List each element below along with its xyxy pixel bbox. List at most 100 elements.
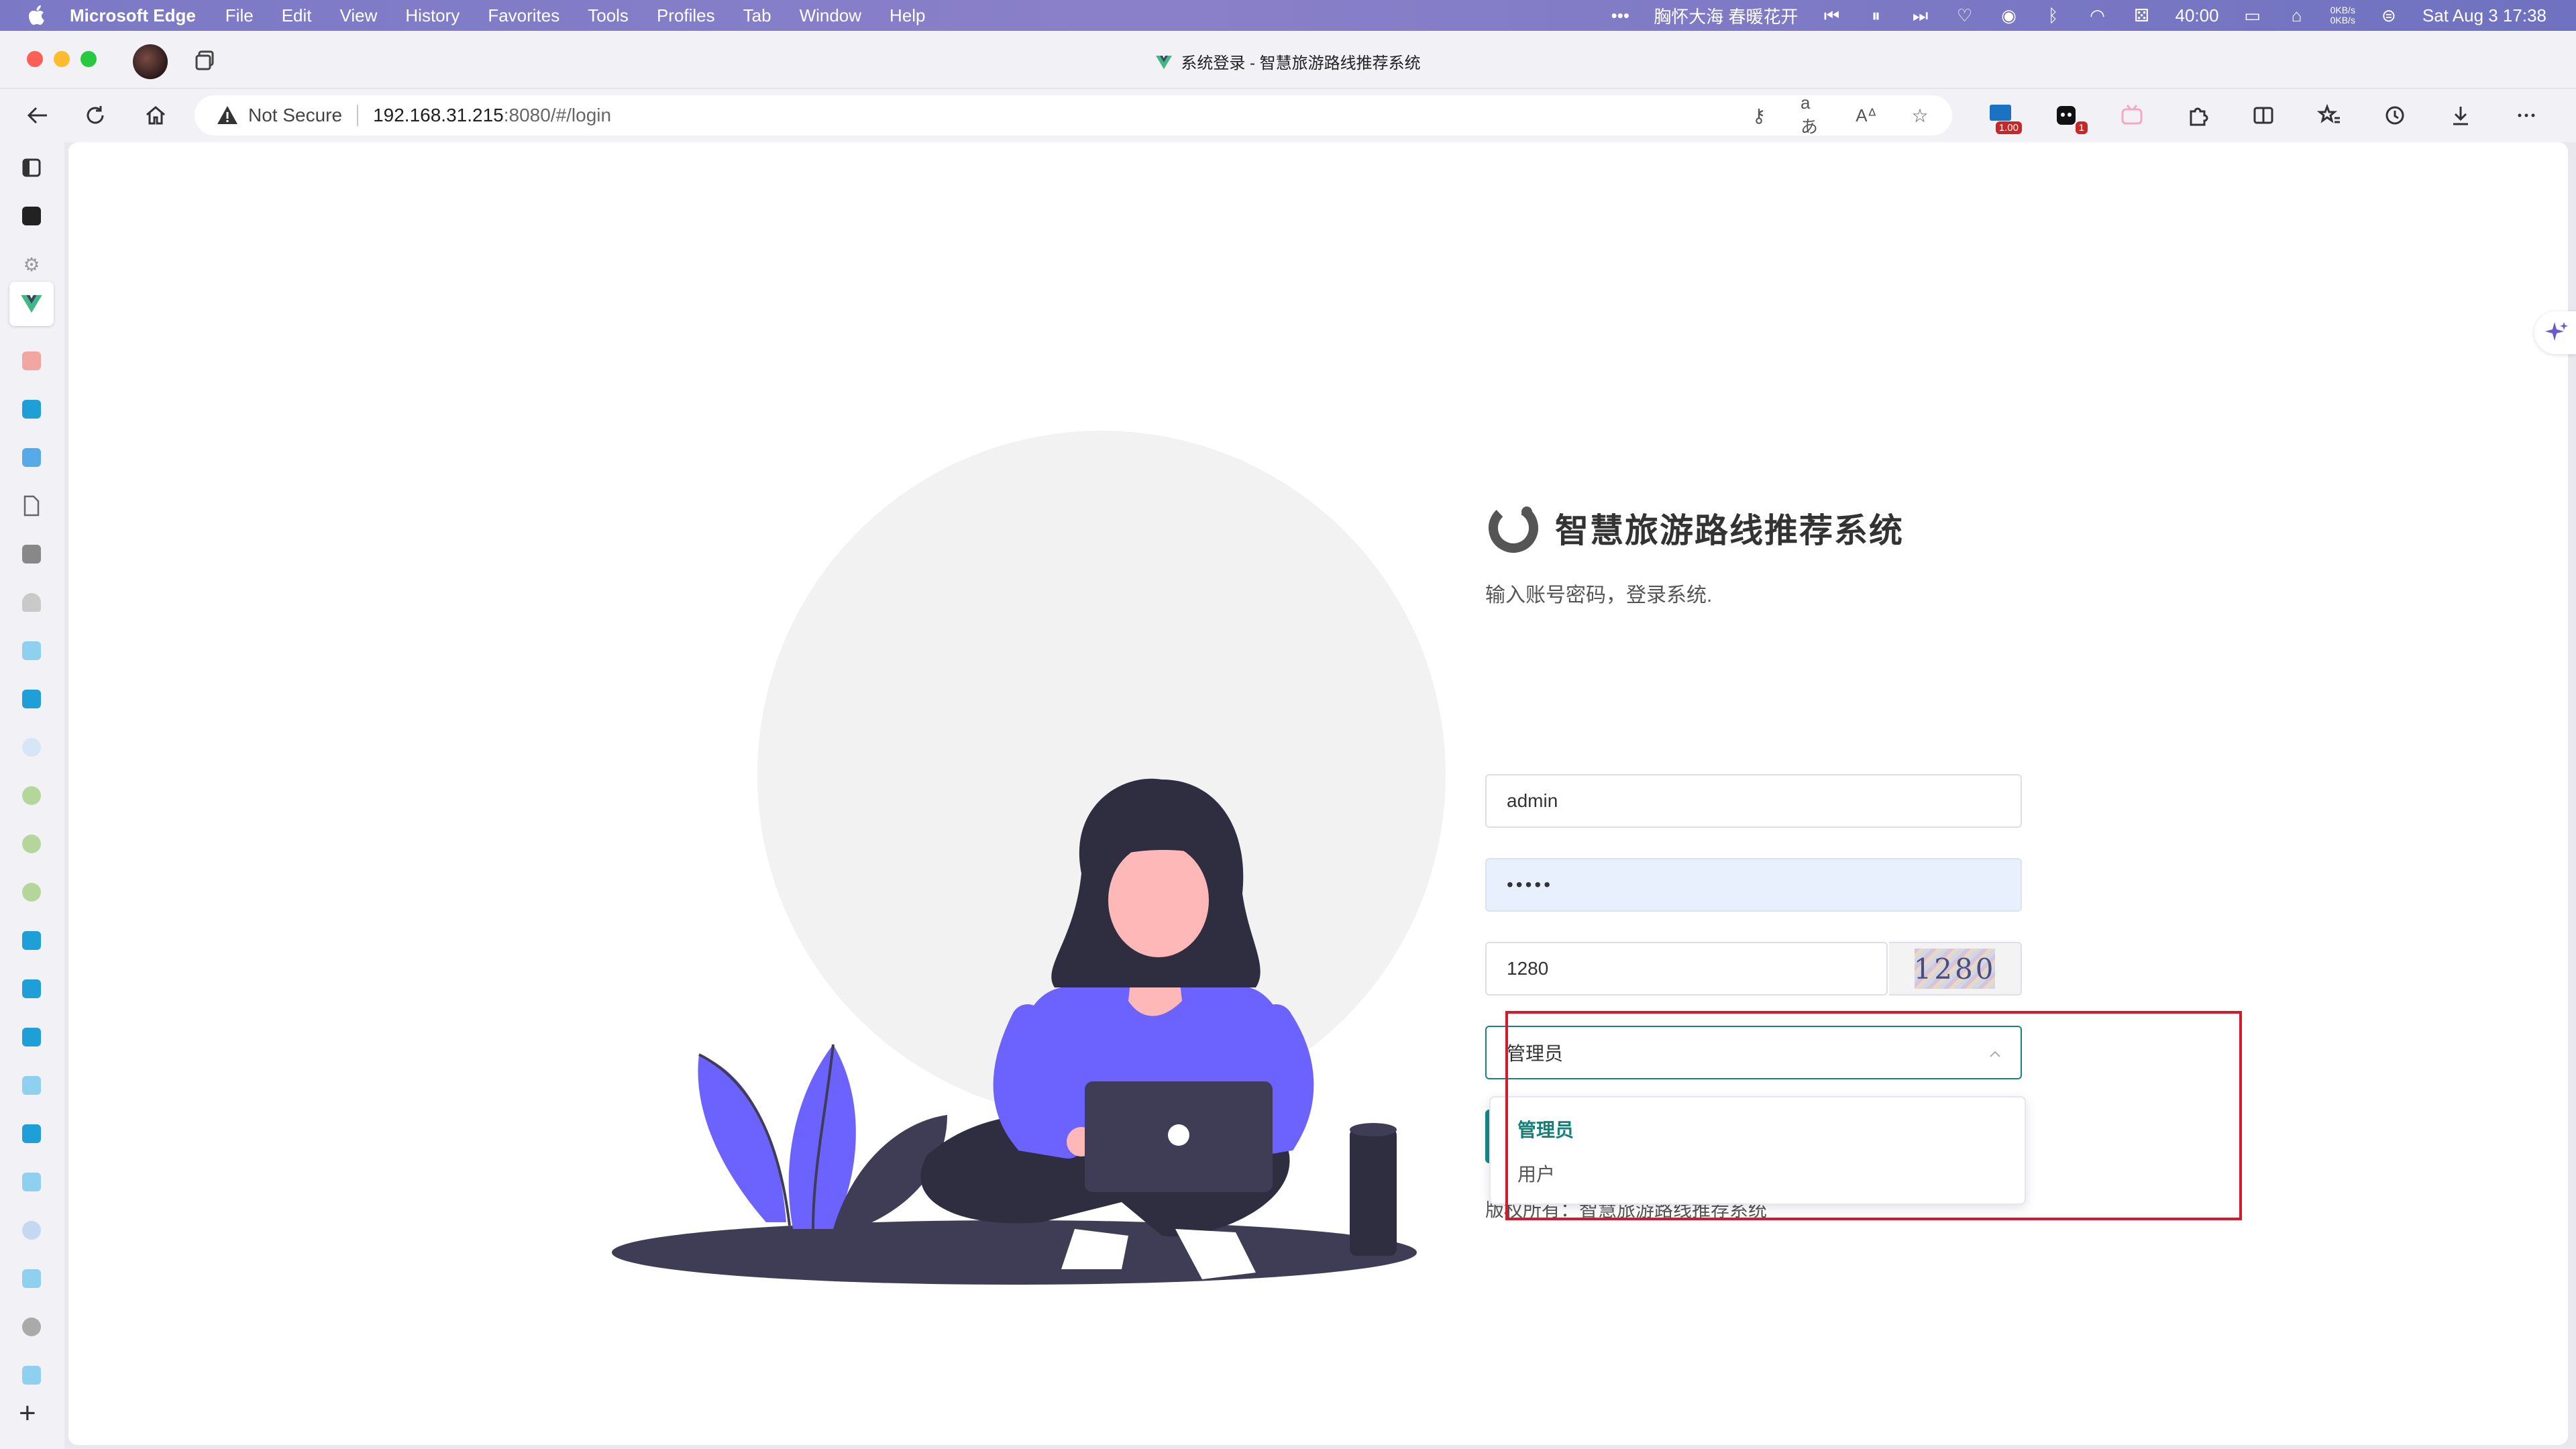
extensions-puzzle-icon[interactable] xyxy=(2183,101,2212,130)
login-header: 智慧旅游路线推荐系统 xyxy=(1485,498,2022,558)
tab-bilibili-icon-10[interactable] xyxy=(18,1265,45,1292)
menu-tab[interactable]: Tab xyxy=(743,5,771,26)
next-track-icon[interactable]: ⏭ xyxy=(1910,7,1931,24)
browser-toolbar: Not Secure 192.168.31.215:8080/#/login ⚷… xyxy=(0,89,2576,142)
extension-badge-rate: 1.00 xyxy=(1995,121,2022,134)
url-host: 192.168.31.215 xyxy=(373,105,504,125)
downloads-icon[interactable] xyxy=(2446,101,2475,130)
music-app-icon[interactable]: ◉ xyxy=(1998,7,2020,24)
tab-settings-icon[interactable]: ⚙ xyxy=(18,251,45,278)
datetime-text[interactable]: Sat Aug 3 17:38 xyxy=(2422,5,2546,26)
address-divider xyxy=(357,105,359,126)
address-bar[interactable]: Not Secure 192.168.31.215:8080/#/login ⚷… xyxy=(195,93,1952,137)
login-title: 智慧旅游路线推荐系统 xyxy=(1555,512,1904,549)
tab-vue-login-icon[interactable] xyxy=(9,282,54,326)
translate-icon[interactable]: aあ xyxy=(1801,93,1825,137)
warning-icon[interactable] xyxy=(216,104,239,127)
tab-flower-icon[interactable] xyxy=(18,1217,45,1244)
role-option-admin[interactable]: 管理员 xyxy=(1491,1108,2025,1152)
address-bar-actions: ⚷ aあ Aᐞ ☆ xyxy=(1747,93,1932,137)
back-arrow-icon[interactable] xyxy=(23,101,52,130)
menu-favorites[interactable]: Favorites xyxy=(488,5,559,26)
menu-file[interactable]: File xyxy=(225,5,254,26)
dice-icon[interactable]: ⚄ xyxy=(2131,7,2153,24)
favorites-icon[interactable] xyxy=(2314,101,2344,130)
cat-icon[interactable]: ⌂ xyxy=(2286,7,2308,24)
tab-strip-toggle-icon[interactable] xyxy=(18,154,45,181)
app-name-menu[interactable]: Microsoft Edge xyxy=(70,5,196,26)
menu-tools[interactable]: Tools xyxy=(588,5,629,26)
settings-more-icon[interactable] xyxy=(2512,101,2541,130)
tab-bilibili-icon-5[interactable] xyxy=(18,975,45,1002)
extension-ghost-icon[interactable]: 1 xyxy=(2051,101,2088,134)
window-title-text: 系统登录 - 智慧旅游路线推荐系统 xyxy=(1181,54,1421,72)
not-secure-label[interactable]: Not Secure xyxy=(248,105,342,126)
tab-bilibili-icon-3[interactable] xyxy=(18,686,45,712)
tab-bilibili-icon-9[interactable] xyxy=(18,1169,45,1195)
window-title: 系统登录 - 智慧旅游路线推荐系统 xyxy=(0,50,2576,73)
tab-document-icon[interactable] xyxy=(18,492,45,519)
battery-icon[interactable]: ▭ xyxy=(2242,7,2263,24)
vue-favicon-icon xyxy=(1155,54,1173,71)
favorite-star-icon[interactable]: ☆ xyxy=(1908,103,1932,127)
now-playing-text[interactable]: 胸怀大海 春暖花开 xyxy=(1654,3,1798,28)
captcha-input[interactable]: 1280 xyxy=(1485,942,1888,996)
bluetooth-icon[interactable]: ᛒ xyxy=(2043,7,2064,24)
tab-vegetable-icon[interactable] xyxy=(18,782,45,809)
tab-vegetable-icon-3[interactable] xyxy=(18,879,45,906)
menu-edit[interactable]: Edit xyxy=(282,5,312,26)
menu-history[interactable]: History xyxy=(405,5,460,26)
new-tab-plus-icon[interactable]: + xyxy=(19,1397,36,1430)
previous-track-icon[interactable]: ⏮ xyxy=(1821,7,1843,24)
split-screen-icon[interactable] xyxy=(2249,101,2278,130)
pause-icon[interactable]: ⏸ xyxy=(1866,7,1887,24)
menu-window[interactable]: Window xyxy=(800,5,861,26)
tab-apple-icon[interactable] xyxy=(18,1313,45,1340)
extension-rate-icon[interactable]: 1.00 xyxy=(1986,101,2022,134)
tab-loading-icon[interactable] xyxy=(18,734,45,761)
vertical-tabs-sidebar: ⚙ + xyxy=(0,142,64,1449)
tab-bilibili-icon-11[interactable] xyxy=(18,1362,45,1389)
username-input[interactable]: admin xyxy=(1485,774,2022,828)
read-aloud-icon[interactable]: Aᐞ xyxy=(1854,103,1878,127)
tab-notion-icon[interactable] xyxy=(18,203,45,229)
bilibili-extension-icon[interactable] xyxy=(2117,101,2147,130)
tab-keyboard-icon[interactable] xyxy=(18,541,45,568)
tab-android-icon[interactable] xyxy=(18,589,45,616)
tab-bilibili-icon-2[interactable] xyxy=(18,637,45,664)
tab-slides-icon[interactable] xyxy=(18,347,45,374)
heart-icon[interactable]: ♡ xyxy=(1954,7,1976,24)
system-logo-icon xyxy=(1489,503,1538,553)
wifi-icon[interactable]: ◠ xyxy=(2087,7,2108,24)
battery-timer-text[interactable]: 40:00 xyxy=(2176,5,2219,26)
net-up-text: 0KB/s xyxy=(2330,5,2355,15)
web-page: 智慧旅游路线推荐系统 输入账号密码，登录系统. admin ••••• 1280… xyxy=(68,142,2576,1445)
password-input[interactable]: ••••• xyxy=(1485,858,2022,912)
tab-bilibili-icon-7[interactable] xyxy=(18,1072,45,1099)
control-center-icon[interactable]: ⊜ xyxy=(2378,7,2400,24)
login-panel: 智慧旅游路线推荐系统 输入账号密码，登录系统. admin ••••• 1280… xyxy=(1485,498,2022,1220)
menu-profiles[interactable]: Profiles xyxy=(657,5,715,26)
apple-menu-icon[interactable] xyxy=(27,5,47,25)
tab-bilibili-icon[interactable] xyxy=(18,396,45,423)
role-select[interactable]: 管理员 xyxy=(1485,1026,2022,1079)
tab-bilibili-icon-8[interactable] xyxy=(18,1120,45,1147)
key-icon[interactable]: ⚷ xyxy=(1747,103,1771,127)
tab-vegetable-icon-2[interactable] xyxy=(18,830,45,857)
home-icon[interactable] xyxy=(141,101,170,130)
woman-with-laptop-illustration xyxy=(612,431,1446,1285)
network-speed: 0KB/s 0KB/s xyxy=(2330,5,2355,25)
refresh-icon[interactable] xyxy=(80,101,110,130)
menu-help[interactable]: Help xyxy=(890,5,925,26)
history-icon[interactable] xyxy=(2380,101,2410,130)
menu-view[interactable]: View xyxy=(340,5,378,26)
more-dots-icon[interactable]: ••• xyxy=(1609,7,1631,24)
copilot-sparkle-icon[interactable] xyxy=(2534,311,2576,354)
chevron-up-icon xyxy=(1990,1051,2000,1057)
tab-bilibili-icon-6[interactable] xyxy=(18,1024,45,1051)
captcha-image[interactable]: 1280 xyxy=(1889,942,2022,996)
login-subtitle: 输入账号密码，登录系统. xyxy=(1485,584,1713,606)
tab-bilibili-icon-4[interactable] xyxy=(18,927,45,954)
role-option-user[interactable]: 用户 xyxy=(1491,1152,2025,1197)
tab-zhihu-icon[interactable] xyxy=(18,444,45,471)
